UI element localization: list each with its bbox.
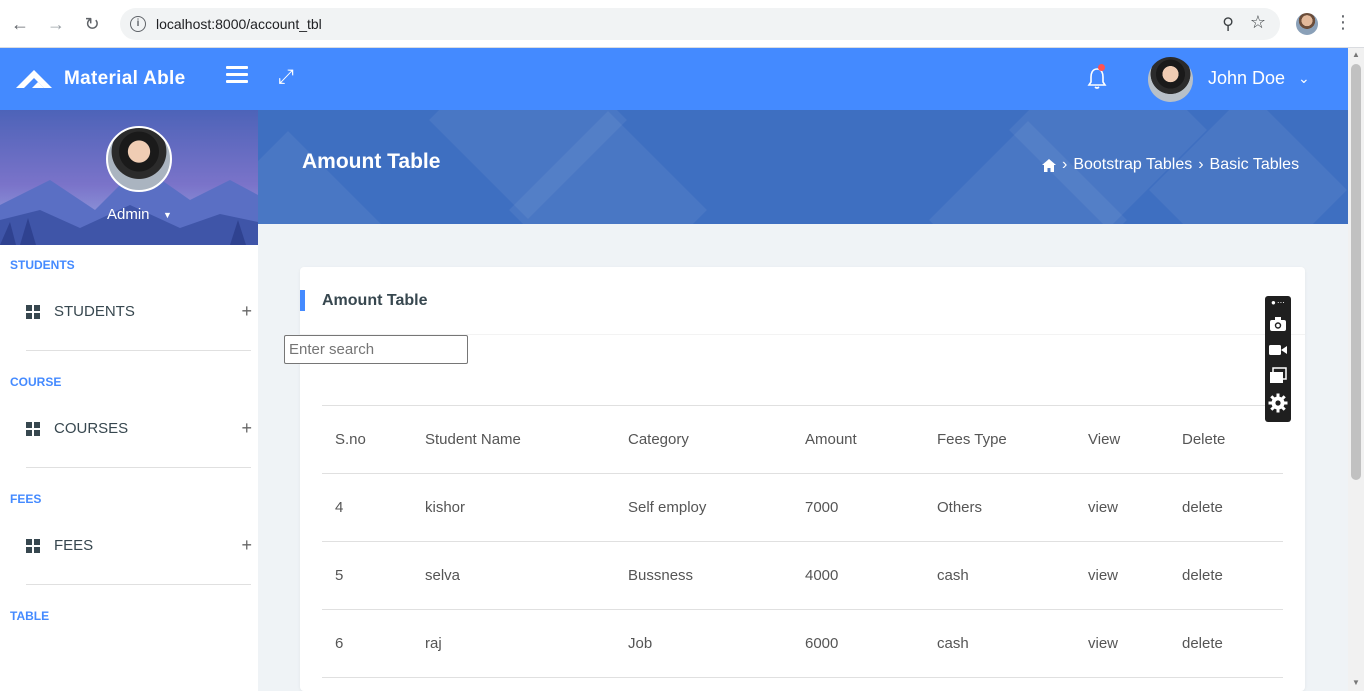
- table-row: 4 kishor Self employ 7000 Others view de…: [322, 473, 1283, 542]
- cell-sno: 6: [322, 609, 412, 678]
- cell-amount: 6000: [792, 609, 924, 678]
- info-icon[interactable]: i: [130, 16, 146, 32]
- chevron-down-icon[interactable]: ⌄: [1298, 70, 1310, 87]
- sidebar: Admin ▼ STUDENTS STUDENTS + COURSE COURS…: [0, 110, 258, 691]
- sidebar-item-label: STUDENTS: [54, 303, 135, 320]
- grid-icon: [26, 305, 40, 319]
- cell-fees-type: cash: [924, 609, 1075, 678]
- scroll-up-arrow[interactable]: ▲: [1352, 50, 1360, 59]
- section-heading-course: COURSE: [10, 375, 62, 389]
- breadcrumb-item-basic-tables[interactable]: Basic Tables: [1210, 156, 1300, 174]
- hamburger-icon[interactable]: [226, 66, 248, 86]
- section-heading-table: TABLE: [10, 609, 50, 623]
- app-name[interactable]: Material Able: [64, 68, 185, 90]
- caret-down-icon[interactable]: ▼: [163, 210, 172, 220]
- breadcrumb-separator: ›: [1062, 156, 1068, 173]
- drag-handle[interactable]: ●⋯: [1271, 298, 1286, 307]
- table-header-row: S.no Student Name Category Amount Fees T…: [322, 405, 1283, 474]
- window-icon[interactable]: [1268, 366, 1288, 386]
- camera-icon[interactable]: [1268, 314, 1288, 334]
- cell-student-name: selva: [412, 541, 615, 610]
- amount-table: S.no Student Name Category Amount Fees T…: [322, 405, 1283, 678]
- cell-category: Self employ: [615, 473, 792, 542]
- cell-sno: 4: [322, 473, 412, 542]
- forward-icon[interactable]: →: [44, 12, 68, 36]
- column-header: S.no: [322, 405, 412, 474]
- url-text[interactable]: localhost:8000/account_tbl: [156, 16, 322, 32]
- cell-amount: 7000: [792, 473, 924, 542]
- sidebar-item-label: FEES: [54, 537, 94, 554]
- view-link[interactable]: view: [1075, 473, 1169, 542]
- back-icon[interactable]: ←: [8, 12, 32, 36]
- admin-label[interactable]: Admin: [107, 206, 150, 223]
- browser-toolbar: ← → ↻ i localhost:8000/account_tbl ⚲ ☆ ⋮: [0, 0, 1364, 48]
- sidebar-item-label: COURSES: [54, 420, 129, 437]
- grid-icon: [26, 539, 40, 553]
- breadcrumb-separator: ›: [1198, 156, 1204, 173]
- grid-icon: [26, 422, 40, 436]
- page-title: Amount Table: [302, 150, 441, 173]
- star-icon[interactable]: ☆: [1250, 12, 1266, 33]
- cell-student-name: raj: [412, 609, 615, 678]
- sidebar-item-fees[interactable]: FEES +: [26, 533, 254, 563]
- kebab-menu-icon[interactable]: ⋮: [1334, 12, 1352, 33]
- gear-icon[interactable]: [1268, 393, 1288, 413]
- cell-fees-type: cash: [924, 541, 1075, 610]
- divider: [26, 584, 251, 585]
- card-header: [300, 267, 1305, 335]
- column-header: Amount: [792, 405, 924, 474]
- column-header: View: [1075, 405, 1169, 474]
- floating-capture-toolbar: ●⋯: [1265, 296, 1291, 422]
- scroll-thumb[interactable]: [1351, 64, 1361, 480]
- fullscreen-icon[interactable]: ⤢: [278, 66, 294, 89]
- view-link[interactable]: view: [1075, 609, 1169, 678]
- section-heading-students: STUDENTS: [10, 258, 75, 272]
- cell-category: Bussness: [615, 541, 792, 610]
- cell-amount: 4000: [792, 541, 924, 610]
- card-title: Amount Table: [322, 292, 428, 309]
- browser-profile-avatar[interactable]: [1296, 13, 1318, 35]
- section-heading-fees: FEES: [10, 492, 42, 506]
- view-link[interactable]: view: [1075, 541, 1169, 610]
- column-header: Student Name: [412, 405, 615, 474]
- cell-sno: 5: [322, 541, 412, 610]
- plus-icon[interactable]: +: [241, 535, 252, 556]
- address-bar[interactable]: i localhost:8000/account_tbl ⚲ ☆: [120, 8, 1280, 40]
- home-icon[interactable]: [1042, 158, 1056, 172]
- logo-icon: [16, 70, 52, 88]
- plus-icon[interactable]: +: [241, 418, 252, 439]
- card-accent-bar: [300, 290, 305, 311]
- delete-link[interactable]: delete: [1169, 609, 1283, 678]
- video-icon[interactable]: [1268, 340, 1288, 360]
- bell-icon[interactable]: [1086, 66, 1108, 90]
- reload-icon[interactable]: ↻: [80, 12, 104, 36]
- admin-avatar[interactable]: [106, 126, 172, 192]
- divider: [26, 467, 251, 468]
- column-header: Category: [615, 405, 792, 474]
- zoom-icon[interactable]: ⚲: [1222, 14, 1234, 34]
- user-name[interactable]: John Doe: [1208, 68, 1285, 89]
- sidebar-item-students[interactable]: STUDENTS +: [26, 299, 254, 329]
- app-header: Material Able ⤢ John Doe ⌄: [0, 48, 1348, 110]
- divider: [26, 350, 251, 351]
- table-row: 5 selva Bussness 4000 cash view delete: [322, 541, 1283, 610]
- breadcrumb: › Bootstrap Tables › Basic Tables: [1042, 156, 1299, 174]
- breadcrumb-item-bootstrap-tables[interactable]: Bootstrap Tables: [1073, 156, 1192, 174]
- sidebar-profile-header: Admin ▼: [0, 110, 258, 245]
- cell-category: Job: [615, 609, 792, 678]
- user-avatar[interactable]: [1148, 57, 1193, 102]
- cell-fees-type: Others: [924, 473, 1075, 542]
- delete-link[interactable]: delete: [1169, 541, 1283, 610]
- notification-badge: [1098, 64, 1105, 71]
- sidebar-item-courses[interactable]: COURSES +: [26, 416, 254, 446]
- plus-icon[interactable]: +: [241, 301, 252, 322]
- cell-student-name: kishor: [412, 473, 615, 542]
- delete-link[interactable]: delete: [1169, 473, 1283, 542]
- column-header: Fees Type: [924, 405, 1075, 474]
- scroll-down-arrow[interactable]: ▼: [1352, 678, 1360, 687]
- table-row: 6 raj Job 6000 cash view delete: [322, 609, 1283, 678]
- search-input[interactable]: [284, 335, 468, 364]
